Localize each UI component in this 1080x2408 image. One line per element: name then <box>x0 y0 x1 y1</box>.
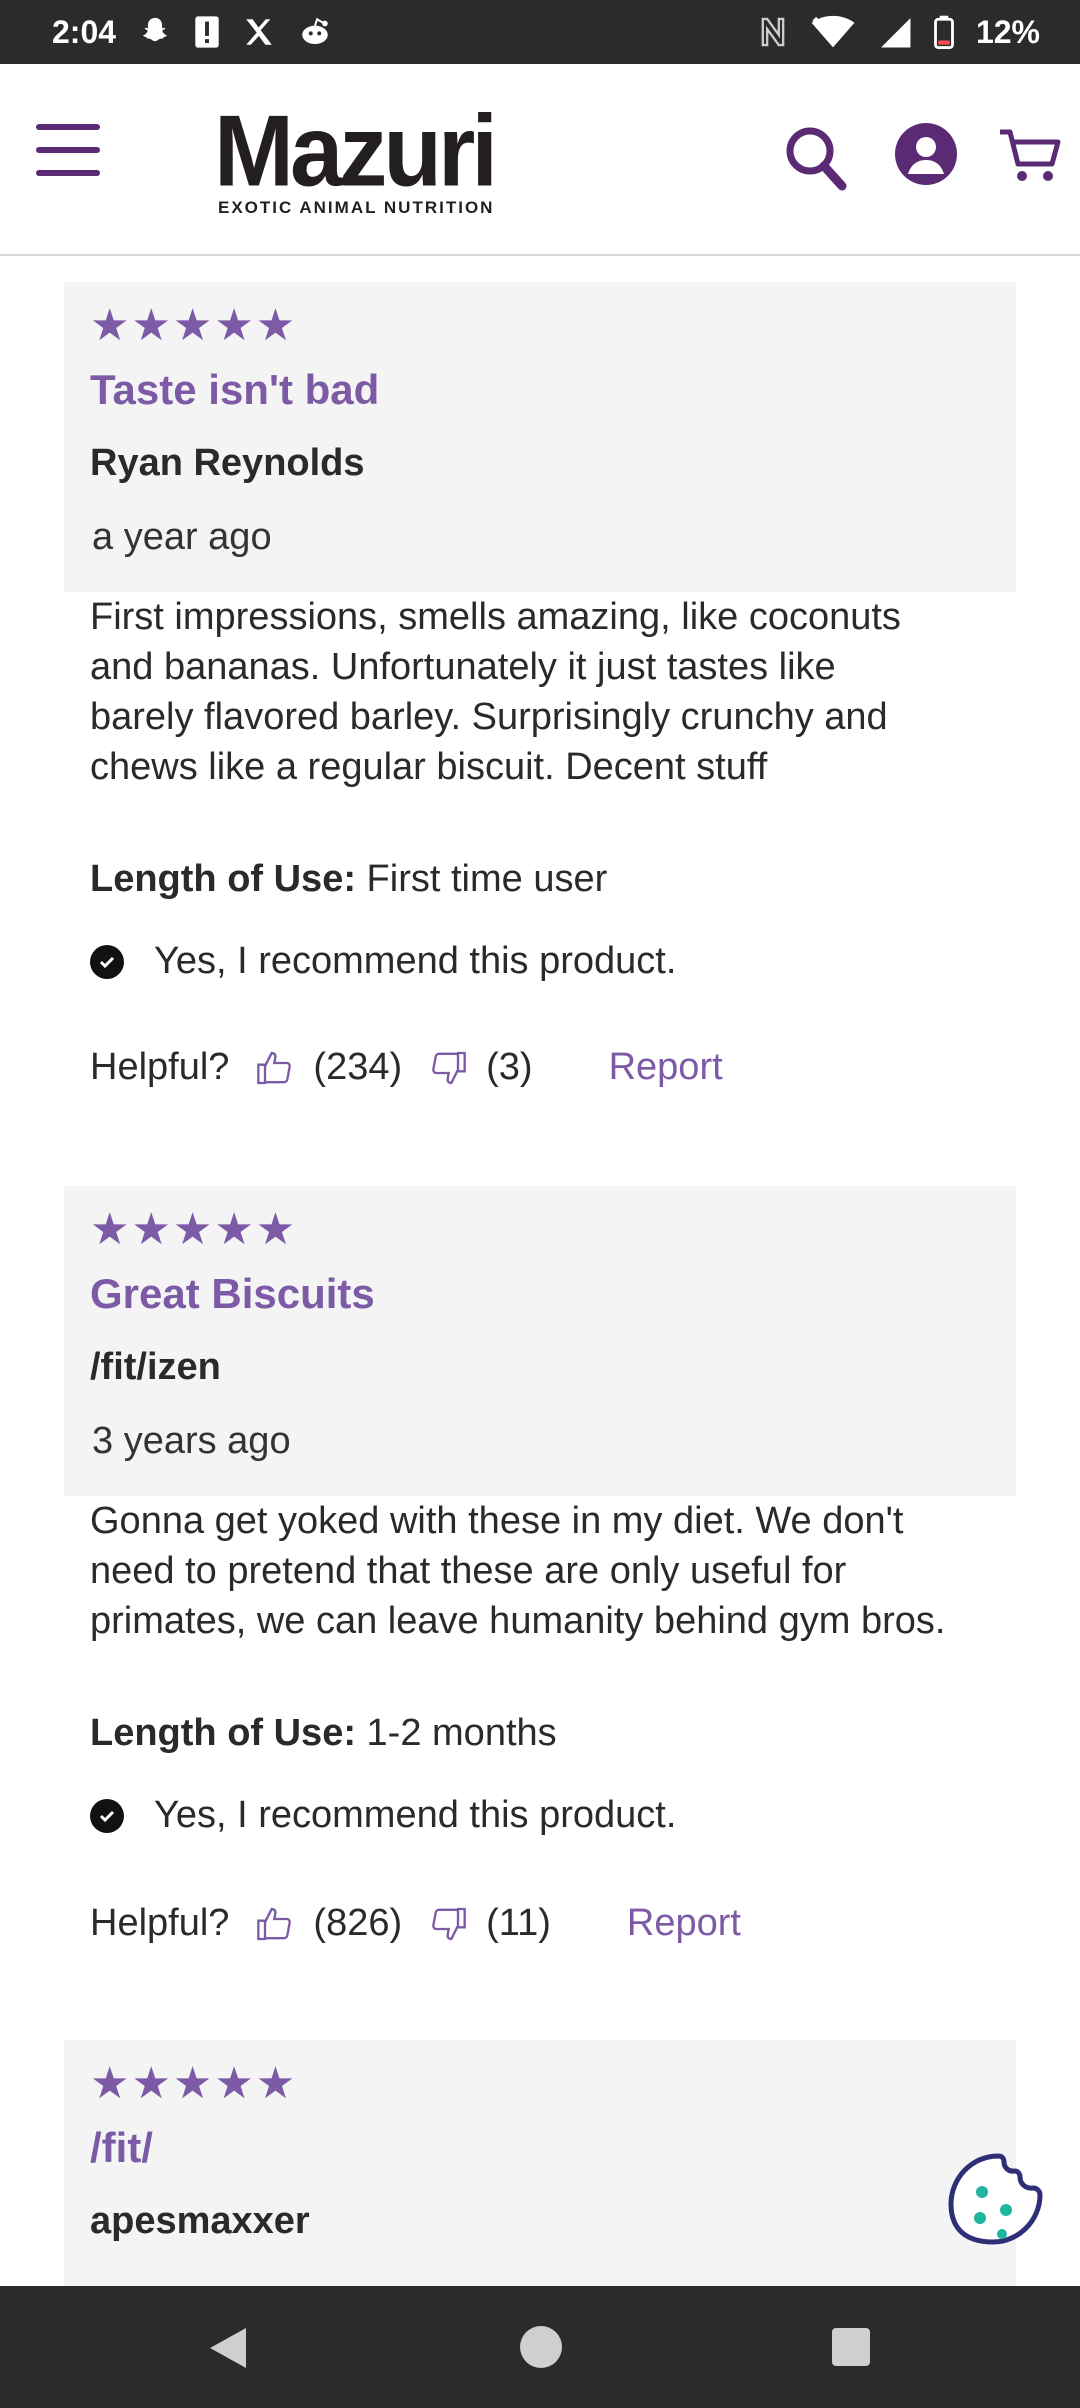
reddit-icon <box>298 15 332 49</box>
menu-icon[interactable] <box>36 124 100 180</box>
star-rating: ★★★★★ <box>90 1205 298 1254</box>
review-title: Taste isn't bad <box>90 366 380 413</box>
review-date: a year ago <box>92 516 272 558</box>
report-link[interactable]: Report <box>627 1902 741 1945</box>
status-bar: 2:04 12% <box>0 0 1080 64</box>
status-time: 2:04 <box>52 13 117 50</box>
review-date: 3 years ago <box>92 1420 291 1462</box>
review-body-line: chews like a regular biscuit. Decent stu… <box>90 746 768 788</box>
home-icon[interactable] <box>518 2324 564 2375</box>
length-of-use: Length of Use: 1-2 months <box>90 1712 557 1755</box>
back-icon[interactable] <box>206 2324 250 2377</box>
upvote-count: (234) <box>313 1046 403 1088</box>
thumbs-down-icon[interactable] <box>428 1904 468 1944</box>
thumbs-up-icon[interactable] <box>255 1904 295 1944</box>
recents-icon[interactable] <box>830 2326 872 2373</box>
helpful-label: Helpful? <box>90 1046 230 1088</box>
review-body: Gonna get yoked with these in my diet. W… <box>90 1496 1010 1646</box>
review-header: ★★★★★ Great Biscuits /fit/izen 3 years a… <box>64 1186 1016 1496</box>
navigation-bar <box>0 2286 1080 2408</box>
nfc-icon <box>758 16 788 48</box>
review-header: ★★★★★ Taste isn't bad Ryan Reynolds a ye… <box>64 282 1016 592</box>
cookie-settings-icon[interactable] <box>946 2152 1050 2256</box>
star-rating: ★★★★★ <box>90 301 298 350</box>
recommend-row: Yes, I recommend this product. <box>90 940 676 983</box>
signal-icon <box>878 15 912 49</box>
length-of-use: Length of Use: First time user <box>90 858 607 901</box>
review-body-line: First impressions, smells amazing, like … <box>90 596 901 638</box>
downvote-count: (11) <box>486 1902 551 1944</box>
snapchat-icon <box>138 15 172 49</box>
length-value: First time user <box>366 858 608 900</box>
downvote-count: (3) <box>486 1046 533 1088</box>
checkmark-icon <box>90 1798 124 1833</box>
search-icon[interactable] <box>784 124 848 197</box>
length-label: Length of Use: <box>90 1712 356 1754</box>
alert-icon <box>194 15 220 49</box>
review-author: /fit/izen <box>90 1346 221 1388</box>
helpful-row: Helpful? (826) (11) Report <box>90 1902 741 1945</box>
recommend-row: Yes, I recommend this product. <box>90 1794 676 1837</box>
cart-icon[interactable] <box>998 126 1062 191</box>
review-body-line: primates, we can leave humanity behind g… <box>90 1600 946 1642</box>
logo-name: Mazuri <box>214 95 498 208</box>
battery-icon <box>934 15 954 49</box>
x-icon <box>242 15 276 49</box>
review-body-line: and bananas. Unfortunately it just taste… <box>90 646 836 688</box>
helpful-label: Helpful? <box>90 1902 230 1944</box>
recommend-text: Yes, I recommend this product. <box>154 940 677 982</box>
review-author: Ryan Reynolds <box>90 442 365 484</box>
length-value: 1-2 months <box>366 1712 557 1754</box>
site-header: Mazuri EXOTIC ANIMAL NUTRITION <box>0 64 1080 256</box>
helpful-row: Helpful? (234) (3) Report <box>90 1046 723 1089</box>
upvote-count: (826) <box>313 1902 403 1944</box>
star-rating: ★★★★★ <box>90 2059 298 2108</box>
thumbs-down-icon[interactable] <box>428 1048 468 1088</box>
account-icon[interactable] <box>894 122 958 191</box>
wifi-icon <box>810 15 856 49</box>
checkmark-icon <box>90 944 124 979</box>
length-label: Length of Use: <box>90 858 356 900</box>
thumbs-up-icon[interactable] <box>255 1048 295 1088</box>
report-link[interactable]: Report <box>609 1046 723 1089</box>
review-body-line: barely flavored barley. Surprisingly cru… <box>90 696 888 738</box>
battery-percent: 12% <box>975 13 1040 50</box>
review-title: Great Biscuits <box>90 1270 375 1317</box>
review-body: First impressions, smells amazing, like … <box>90 592 1010 792</box>
recommend-text: Yes, I recommend this product. <box>154 1794 677 1836</box>
review-author: apesmaxxer <box>90 2200 310 2242</box>
review-header: ★★★★★ /fit/ apesmaxxer <box>64 2040 1016 2286</box>
review-body-line: Gonna get yoked with these in my diet. W… <box>90 1500 904 1542</box>
site-logo[interactable]: Mazuri EXOTIC ANIMAL NUTRITION <box>214 95 524 217</box>
review-body-line: need to pretend that these are only usef… <box>90 1550 847 1592</box>
review-title: /fit/ <box>90 2124 153 2171</box>
